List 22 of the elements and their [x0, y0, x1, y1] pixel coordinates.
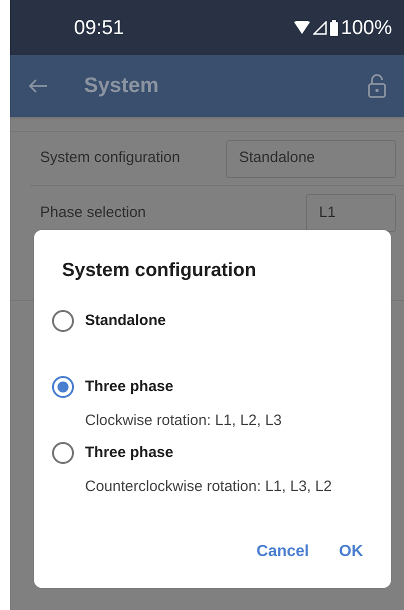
- dialog-button[interactable]: Cancel: [244, 534, 321, 570]
- option-label[interactable]: Standalone: [85, 310, 166, 332]
- battery-percent: 100%: [340, 16, 392, 40]
- battery-icon: [330, 20, 338, 36]
- status-time: 09:51: [74, 16, 124, 40]
- setting-label: Phase selection: [40, 202, 146, 223]
- back-arrow-icon[interactable]: [28, 78, 48, 94]
- dialog-title: System configuration: [62, 259, 258, 283]
- unlocked-padlock-icon[interactable]: [368, 74, 386, 98]
- radio-button[interactable]: [52, 442, 74, 464]
- option-description: Counterclockwise rotation: L1, L3, L2: [85, 476, 333, 496]
- app-bar-title: System: [84, 73, 159, 100]
- option-label[interactable]: Three phase: [85, 442, 174, 464]
- setting-field[interactable]: Standalone: [226, 140, 396, 178]
- setting-label: System configuration: [40, 148, 180, 168]
- radio-button[interactable]: [52, 376, 74, 398]
- wifi-icon: [294, 21, 310, 34]
- option-label[interactable]: Three phase: [85, 376, 174, 398]
- option-description: Clockwise rotation: L1, L2, L3: [85, 410, 283, 430]
- radio-button[interactable]: [52, 310, 74, 332]
- dialog-button[interactable]: OK: [327, 534, 375, 570]
- signal-icon: [312, 20, 327, 34]
